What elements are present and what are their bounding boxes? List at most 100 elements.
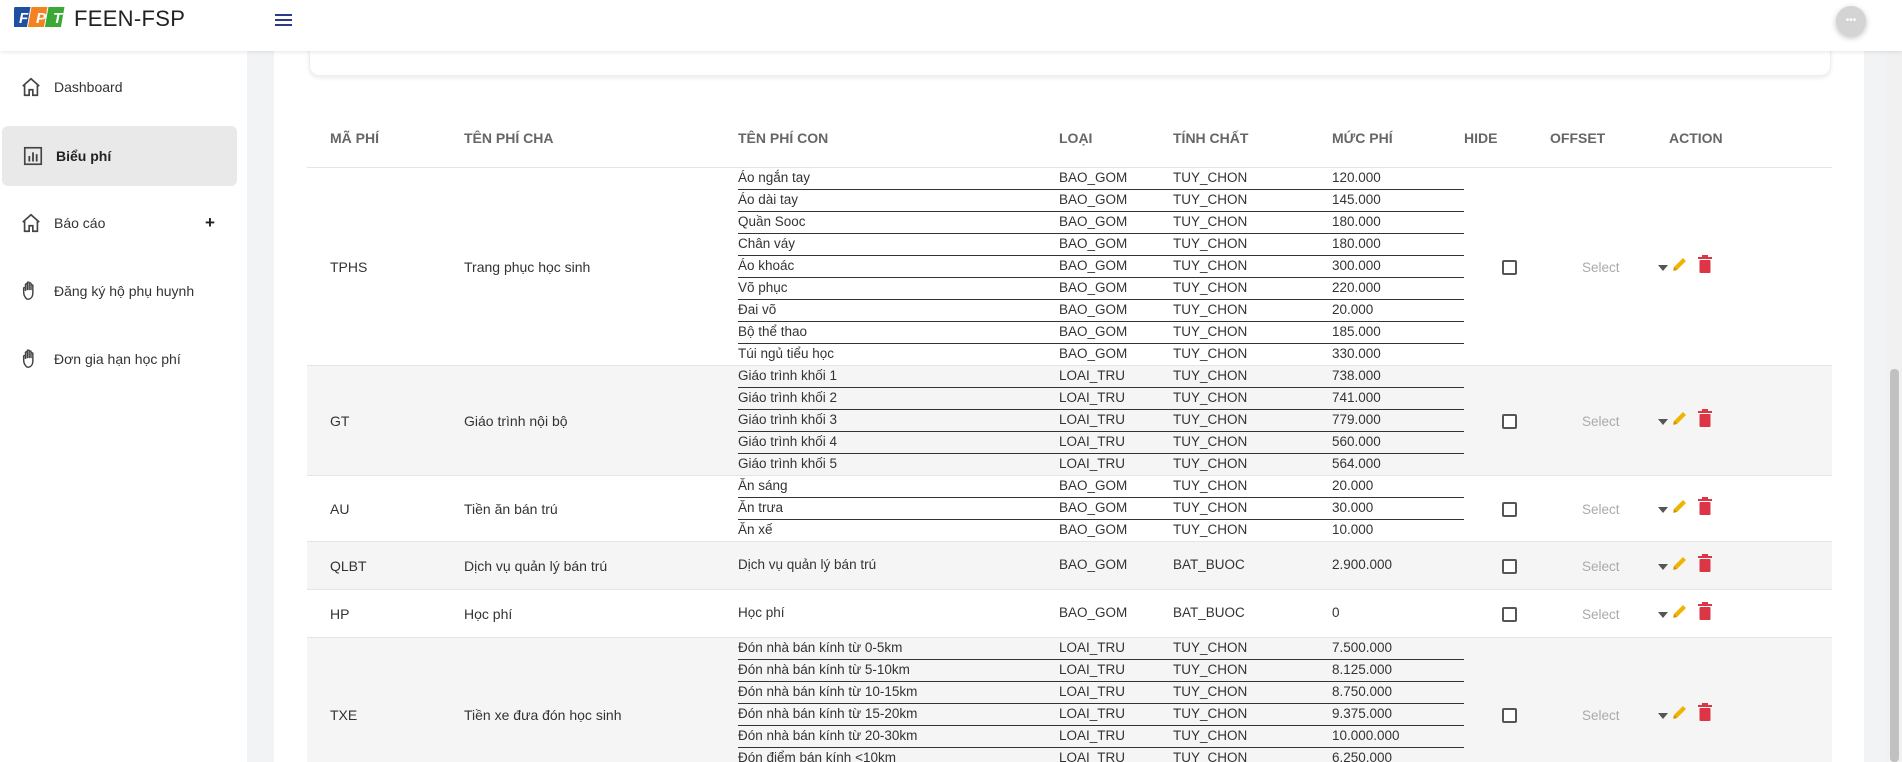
sub-fee-amount: 564.000: [1332, 456, 1381, 471]
parent-fee-name: Tiền xe đưa đón học sinh: [464, 707, 622, 723]
sidebar-item-bieu-phi[interactable]: Biểu phí: [2, 126, 237, 186]
offset-select[interactable]: Select: [1582, 559, 1620, 574]
offset-select[interactable]: Select: [1582, 502, 1620, 517]
sub-fee-type: BAO_GOM: [1059, 478, 1128, 493]
chevron-down-icon[interactable]: [1658, 713, 1668, 719]
offset-select[interactable]: Select: [1582, 607, 1620, 622]
sub-fee-name: Ăn trưa: [738, 500, 784, 515]
fee-code: TPHS: [330, 259, 368, 275]
sub-fee-name: Áo dài tay: [738, 192, 799, 207]
chevron-down-icon[interactable]: [1658, 612, 1668, 618]
hide-checkbox[interactable]: [1502, 502, 1517, 517]
sub-fee-row: Giáo trình khối 2 LOAI_TRU TUY_CHON 741.000: [738, 388, 1464, 410]
sub-fee-row: Bộ thể thao BAO_GOM TUY_CHON 185.000: [738, 322, 1464, 344]
sub-fee-amount: 145.000: [1332, 192, 1381, 207]
table-row-group: GT Giáo trình nội bộ Giáo trình khối 1 LOAI…: [307, 366, 1832, 476]
sub-fee-name: Chân váy: [738, 236, 796, 251]
sub-fee-row: Chân váy BAO_GOM TUY_CHON 180.000: [738, 234, 1464, 256]
sub-fee-type: BAO_GOM: [1059, 258, 1128, 273]
sub-fee-type: LOAI_TRU: [1059, 750, 1126, 762]
expand-icon[interactable]: +: [205, 213, 215, 233]
col-header-ten-phi-cha: TÊN PHÍ CHA: [464, 130, 554, 146]
fee-code: QLBT: [330, 558, 367, 574]
sub-fee-amount: 30.000: [1332, 500, 1374, 515]
hide-checkbox[interactable]: [1502, 260, 1517, 275]
delete-icon[interactable]: [1697, 554, 1713, 572]
sub-fee-amount: 185.000: [1332, 324, 1381, 339]
sub-fee-name: Đón nhà bán kính từ 20-30km: [738, 728, 918, 743]
sub-fee-amount: 20.000: [1332, 302, 1374, 317]
scrollbar-thumb[interactable]: [1890, 369, 1899, 762]
delete-icon[interactable]: [1697, 409, 1713, 427]
delete-icon[interactable]: [1697, 255, 1713, 273]
fee-code: TXE: [330, 707, 358, 723]
edit-icon[interactable]: [1671, 703, 1689, 721]
hand-icon: [22, 349, 34, 368]
edit-icon[interactable]: [1671, 554, 1689, 572]
sidebar-item-label: Đăng ký hộ phụ huynh: [54, 283, 195, 299]
offset-select[interactable]: Select: [1582, 260, 1620, 275]
offset-select[interactable]: Select: [1582, 414, 1620, 429]
sub-fee-row: Giáo trình khối 4 LOAI_TRU TUY_CHON 560.000: [738, 432, 1464, 454]
sidebar-item-dang-ky[interactable]: Đăng ký hộ phụ huynh: [0, 261, 235, 321]
chevron-down-icon[interactable]: [1658, 265, 1668, 271]
chevron-down-icon[interactable]: [1658, 419, 1668, 425]
page-scrollbar[interactable]: [1887, 51, 1902, 762]
sidebar-item-bao-cao[interactable]: Báo cáo +: [0, 193, 235, 253]
col-header-offset: OFFSET: [1550, 130, 1606, 146]
sub-fee-amount: 6.250.000: [1332, 750, 1393, 762]
sub-fee-type: BAO_GOM: [1059, 346, 1128, 361]
edit-icon[interactable]: [1671, 255, 1689, 273]
sub-fee-row: Đón nhà bán kính từ 0-5km LOAI_TRU TUY_CHO…: [738, 638, 1464, 660]
sub-fee-nature: TUY_CHON: [1173, 478, 1248, 493]
sub-fee-type: LOAI_TRU: [1059, 390, 1126, 405]
sub-fee-name: Đón nhà bán kính từ 0-5km: [738, 640, 903, 655]
sub-fee-row: Học phí BAO_GOM BAT_BUOC 0: [738, 603, 1464, 625]
hand-icon: [22, 281, 34, 300]
sub-fee-name: Ăn sáng: [738, 478, 788, 493]
sub-fee-name: Đón nhà bán kính từ 15-20km: [738, 706, 918, 721]
user-avatar-icon[interactable]: •••: [1836, 6, 1866, 36]
home-icon: [22, 77, 40, 97]
sub-fee-nature: TUY_CHON: [1173, 324, 1248, 339]
offset-select[interactable]: Select: [1582, 708, 1620, 723]
edit-icon[interactable]: [1671, 409, 1689, 427]
hide-checkbox[interactable]: [1502, 708, 1517, 723]
sub-fee-nature: TUY_CHON: [1173, 214, 1248, 229]
sub-fee-name: Đón nhà bán kính từ 5-10km: [738, 662, 910, 677]
sub-fee-type: BAO_GOM: [1059, 170, 1128, 185]
sub-fee-amount: 8.125.000: [1332, 662, 1393, 677]
sub-fee-name: Giáo trình khối 3: [738, 412, 838, 427]
hide-checkbox[interactable]: [1502, 559, 1517, 574]
sidebar-item-dashboard[interactable]: Dashboard: [0, 57, 235, 117]
sub-fee-row: Võ phục BAO_GOM TUY_CHON 220.000: [738, 278, 1464, 300]
chevron-down-icon[interactable]: [1658, 507, 1668, 513]
hide-checkbox[interactable]: [1502, 414, 1517, 429]
fee-code: HP: [330, 606, 350, 622]
sidebar-item-don-gia-han[interactable]: Đơn gia hạn học phí: [0, 329, 235, 389]
sub-fee-row: Đón nhà bán kính từ 15-20km LOAI_TRU TUY_C…: [738, 704, 1464, 726]
sub-fee-name: Áo ngắn tay: [738, 170, 811, 185]
edit-icon[interactable]: [1671, 497, 1689, 515]
sub-fee-row: Đón điểm bán kính <10km LOAI_TRU TUY_CHON 6…: [738, 748, 1464, 762]
chevron-down-icon[interactable]: [1658, 564, 1668, 570]
sub-fee-row: Ăn trưa BAO_GOM TUY_CHON 30.000: [738, 498, 1464, 520]
hide-checkbox[interactable]: [1502, 607, 1517, 622]
sub-fee-amount: 220.000: [1332, 280, 1381, 295]
delete-icon[interactable]: [1697, 703, 1713, 721]
sub-fee-nature: TUY_CHON: [1173, 368, 1248, 383]
sub-fee-name: Áo khoác: [738, 258, 795, 273]
delete-icon[interactable]: [1697, 497, 1713, 515]
sub-fee-row: Túi ngủ tiểu học BAO_GOM TUY_CHON 330.000: [738, 344, 1464, 366]
sub-fee-row: Áo ngắn tay BAO_GOM TUY_CHON 120.000: [738, 168, 1464, 190]
sidebar-item-label: Đơn gia hạn học phí: [54, 351, 181, 367]
edit-icon[interactable]: [1671, 602, 1689, 620]
hamburger-icon[interactable]: [272, 11, 296, 31]
sub-fee-name: Giáo trình khối 1: [738, 368, 838, 383]
sidebar: Dashboard Biểu phí Báo cáo + Đăng ký hộ …: [0, 51, 247, 762]
col-header-action: ACTION: [1669, 130, 1723, 146]
col-header-loai: LOẠI: [1059, 130, 1093, 146]
sub-fee-name: Giáo trình khối 2: [738, 390, 838, 405]
svg-text:F: F: [19, 10, 29, 27]
delete-icon[interactable]: [1697, 602, 1713, 620]
